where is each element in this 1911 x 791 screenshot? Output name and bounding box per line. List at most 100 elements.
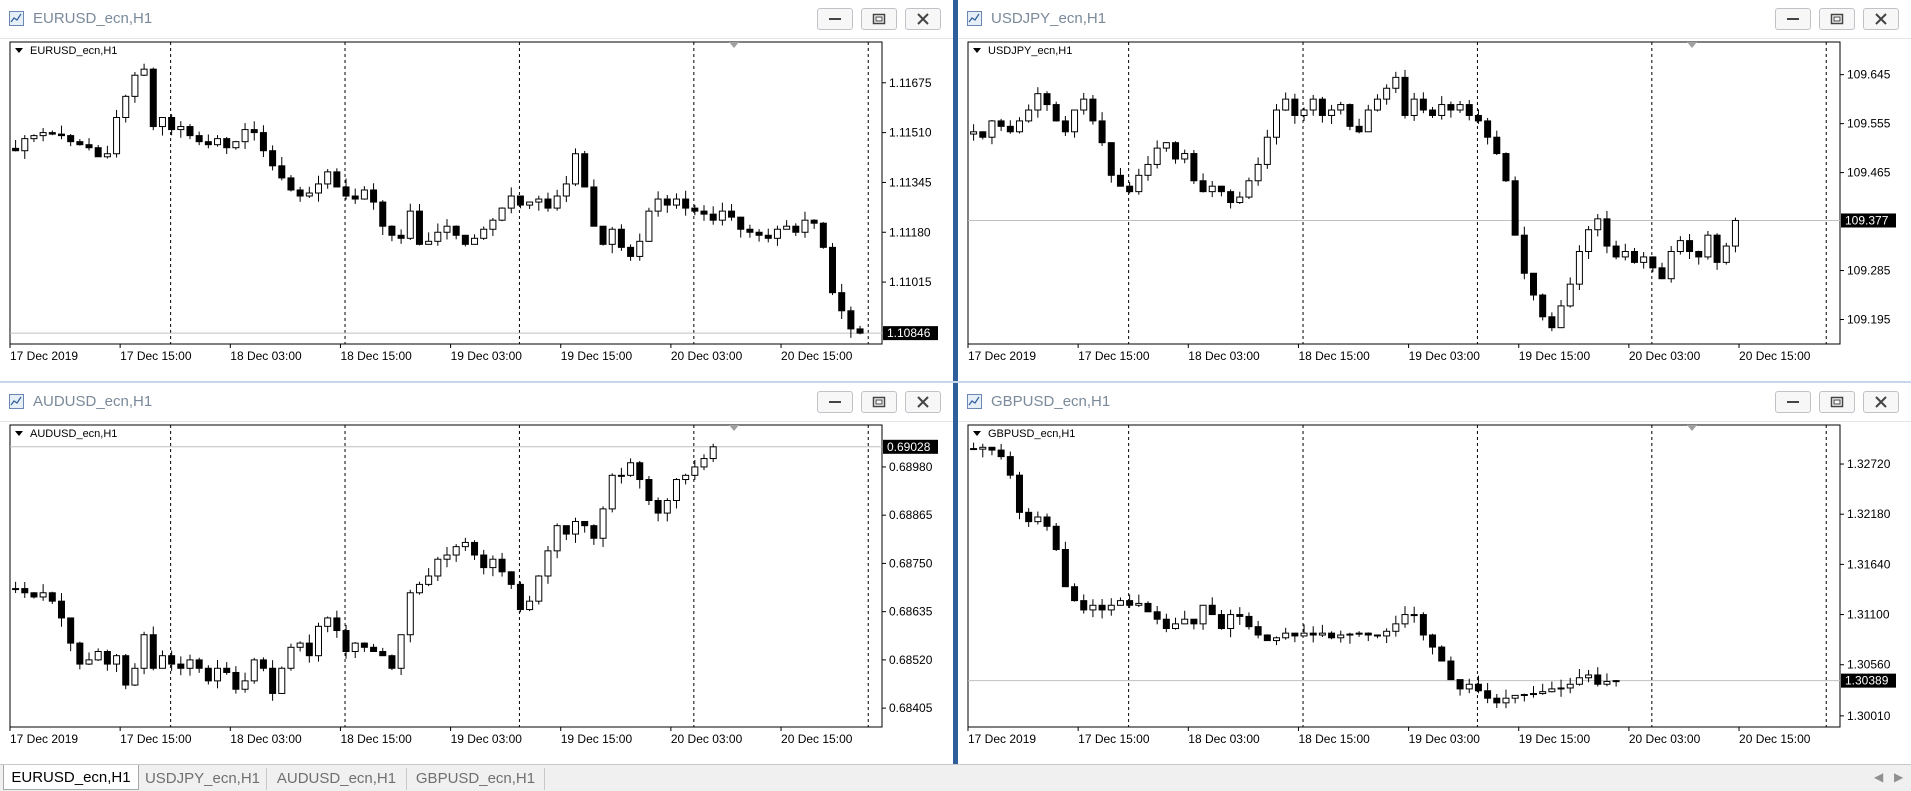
tab-scroll-right-icon[interactable]: ▶ [1894,770,1903,784]
candle [581,153,589,188]
candle [672,479,680,501]
candle [1254,626,1262,636]
window-titlebar[interactable]: GBPUSD_ecn,H1 [958,383,1911,422]
candle [507,571,515,585]
restore-button[interactable] [1819,391,1855,413]
time-tick-label: 19 Dec 03:00 [1409,349,1481,363]
close-button[interactable] [1863,391,1899,413]
chart-window-usdjpy[interactable]: USDJPY_ecn,H1 USDJPY_ecn,H1 109.645 109.55… [958,0,1911,381]
candle [1089,604,1097,611]
candle [1474,683,1482,692]
candle [1172,142,1180,160]
candle [1190,618,1198,625]
time-tick-label: 18 Dec 03:00 [230,732,302,746]
candle [241,680,249,690]
candle [1585,674,1593,679]
candle [370,189,378,203]
candle [461,234,469,245]
candle [553,525,561,552]
price-tick-label: 0.68980 [889,460,933,474]
candle [103,153,111,158]
time-tick-label: 17 Dec 15:00 [1078,349,1150,363]
candle [617,228,625,248]
time-tick-label: 17 Dec 15:00 [1078,732,1150,746]
minimize-button[interactable] [1775,391,1811,413]
candle [1080,600,1088,611]
window-titlebar[interactable]: EURUSD_ecn,H1 [0,0,953,39]
restore-button[interactable] [861,8,897,30]
candle [1291,98,1299,116]
candle [434,558,442,577]
window-titlebar[interactable]: AUDUSD_ecn,H1 [0,383,953,422]
candle [1291,632,1299,637]
close-icon [917,13,929,25]
restore-button[interactable] [1819,8,1855,30]
price-chart[interactable]: USDJPY_ecn,H1 109.645 109.555 109.465 109.28… [958,38,1911,381]
candle [1502,153,1510,182]
horizontal-splitter[interactable] [0,381,1911,383]
price-chart[interactable]: AUDUSD_ecn,H1 0.68980 0.68865 0.68750 0.6863… [0,421,953,764]
candle [1429,634,1437,648]
candle [388,225,396,236]
chart-window-eurusd[interactable]: EURUSD_ecn,H1 EURUSD_ecn,H1 1.11675 1.1151… [0,0,953,381]
price-tick-label: 1.11345 [889,175,932,189]
candle [12,147,20,152]
candle [1144,602,1152,613]
candle [1594,674,1602,685]
restore-button[interactable] [861,391,897,413]
candle [672,198,680,206]
candle [1603,218,1611,247]
candle [1410,614,1418,617]
window-titlebar[interactable]: USDJPY_ecn,H1 [958,0,1911,39]
candle [1502,697,1510,704]
tab-gbpusd[interactable]: GBPUSD_ecn,H1 [407,768,545,790]
time-tick-label: 20 Dec 15:00 [781,732,853,746]
candle [838,292,846,312]
tab-scroll-left-icon[interactable]: ◀ [1874,770,1883,784]
candle [691,466,699,476]
candle [1355,632,1363,635]
candle [1530,693,1538,696]
candle [1227,614,1235,630]
tab-eurusd[interactable]: EURUSD_ecn,H1 [3,765,139,790]
close-button[interactable] [1863,8,1899,30]
candle [746,228,754,233]
price-chart[interactable]: EURUSD_ecn,H1 1.11675 1.11510 1.11345 1.1118… [0,38,953,381]
candle [452,225,460,236]
candle [1328,109,1336,116]
chart-window-gbpusd[interactable]: GBPUSD_ecn,H1 GBPUSD_ecn,H1 1.32720 1.3218… [958,383,1911,764]
tab-usdjpy[interactable]: USDJPY_ecn,H1 [139,768,267,790]
candle [360,642,368,648]
minimize-button[interactable] [1775,8,1811,30]
candle [1181,153,1189,160]
chart-window-icon [9,394,24,409]
close-button[interactable] [905,391,941,413]
candle [1731,219,1739,247]
candle [434,231,442,242]
candle [223,138,231,149]
candle [1116,174,1124,187]
candle [1162,142,1170,149]
candle [1511,180,1519,236]
candle [1025,109,1033,122]
candle [636,462,644,481]
candle [1530,272,1538,296]
price-chart[interactable]: GBPUSD_ecn,H1 1.32720 1.32180 1.31640 1.3110… [958,421,1911,764]
close-button[interactable] [905,8,941,30]
time-tick-label: 18 Dec 03:00 [230,349,302,363]
candle [1383,630,1391,637]
tab-audusd[interactable]: AUDUSD_ecn,H1 [267,768,407,790]
window-title: GBPUSD_ecn,H1 [991,393,1111,410]
candle [1474,114,1482,122]
candle [48,592,56,602]
price-tick-label: 1.31640 [1847,557,1891,571]
price-tick-label: 0.68635 [889,605,933,619]
price-tick-label: 1.30010 [1847,709,1891,723]
candle [1318,632,1326,636]
time-tick-label: 20 Dec 03:00 [671,732,743,746]
candle [1520,234,1528,274]
candle [39,132,47,137]
chart-window-audusd[interactable]: AUDUSD_ecn,H1 AUDUSD_ecn,H1 0.68980 0.6886… [0,383,953,764]
minimize-button[interactable] [817,391,853,413]
minimize-button[interactable] [817,8,853,30]
